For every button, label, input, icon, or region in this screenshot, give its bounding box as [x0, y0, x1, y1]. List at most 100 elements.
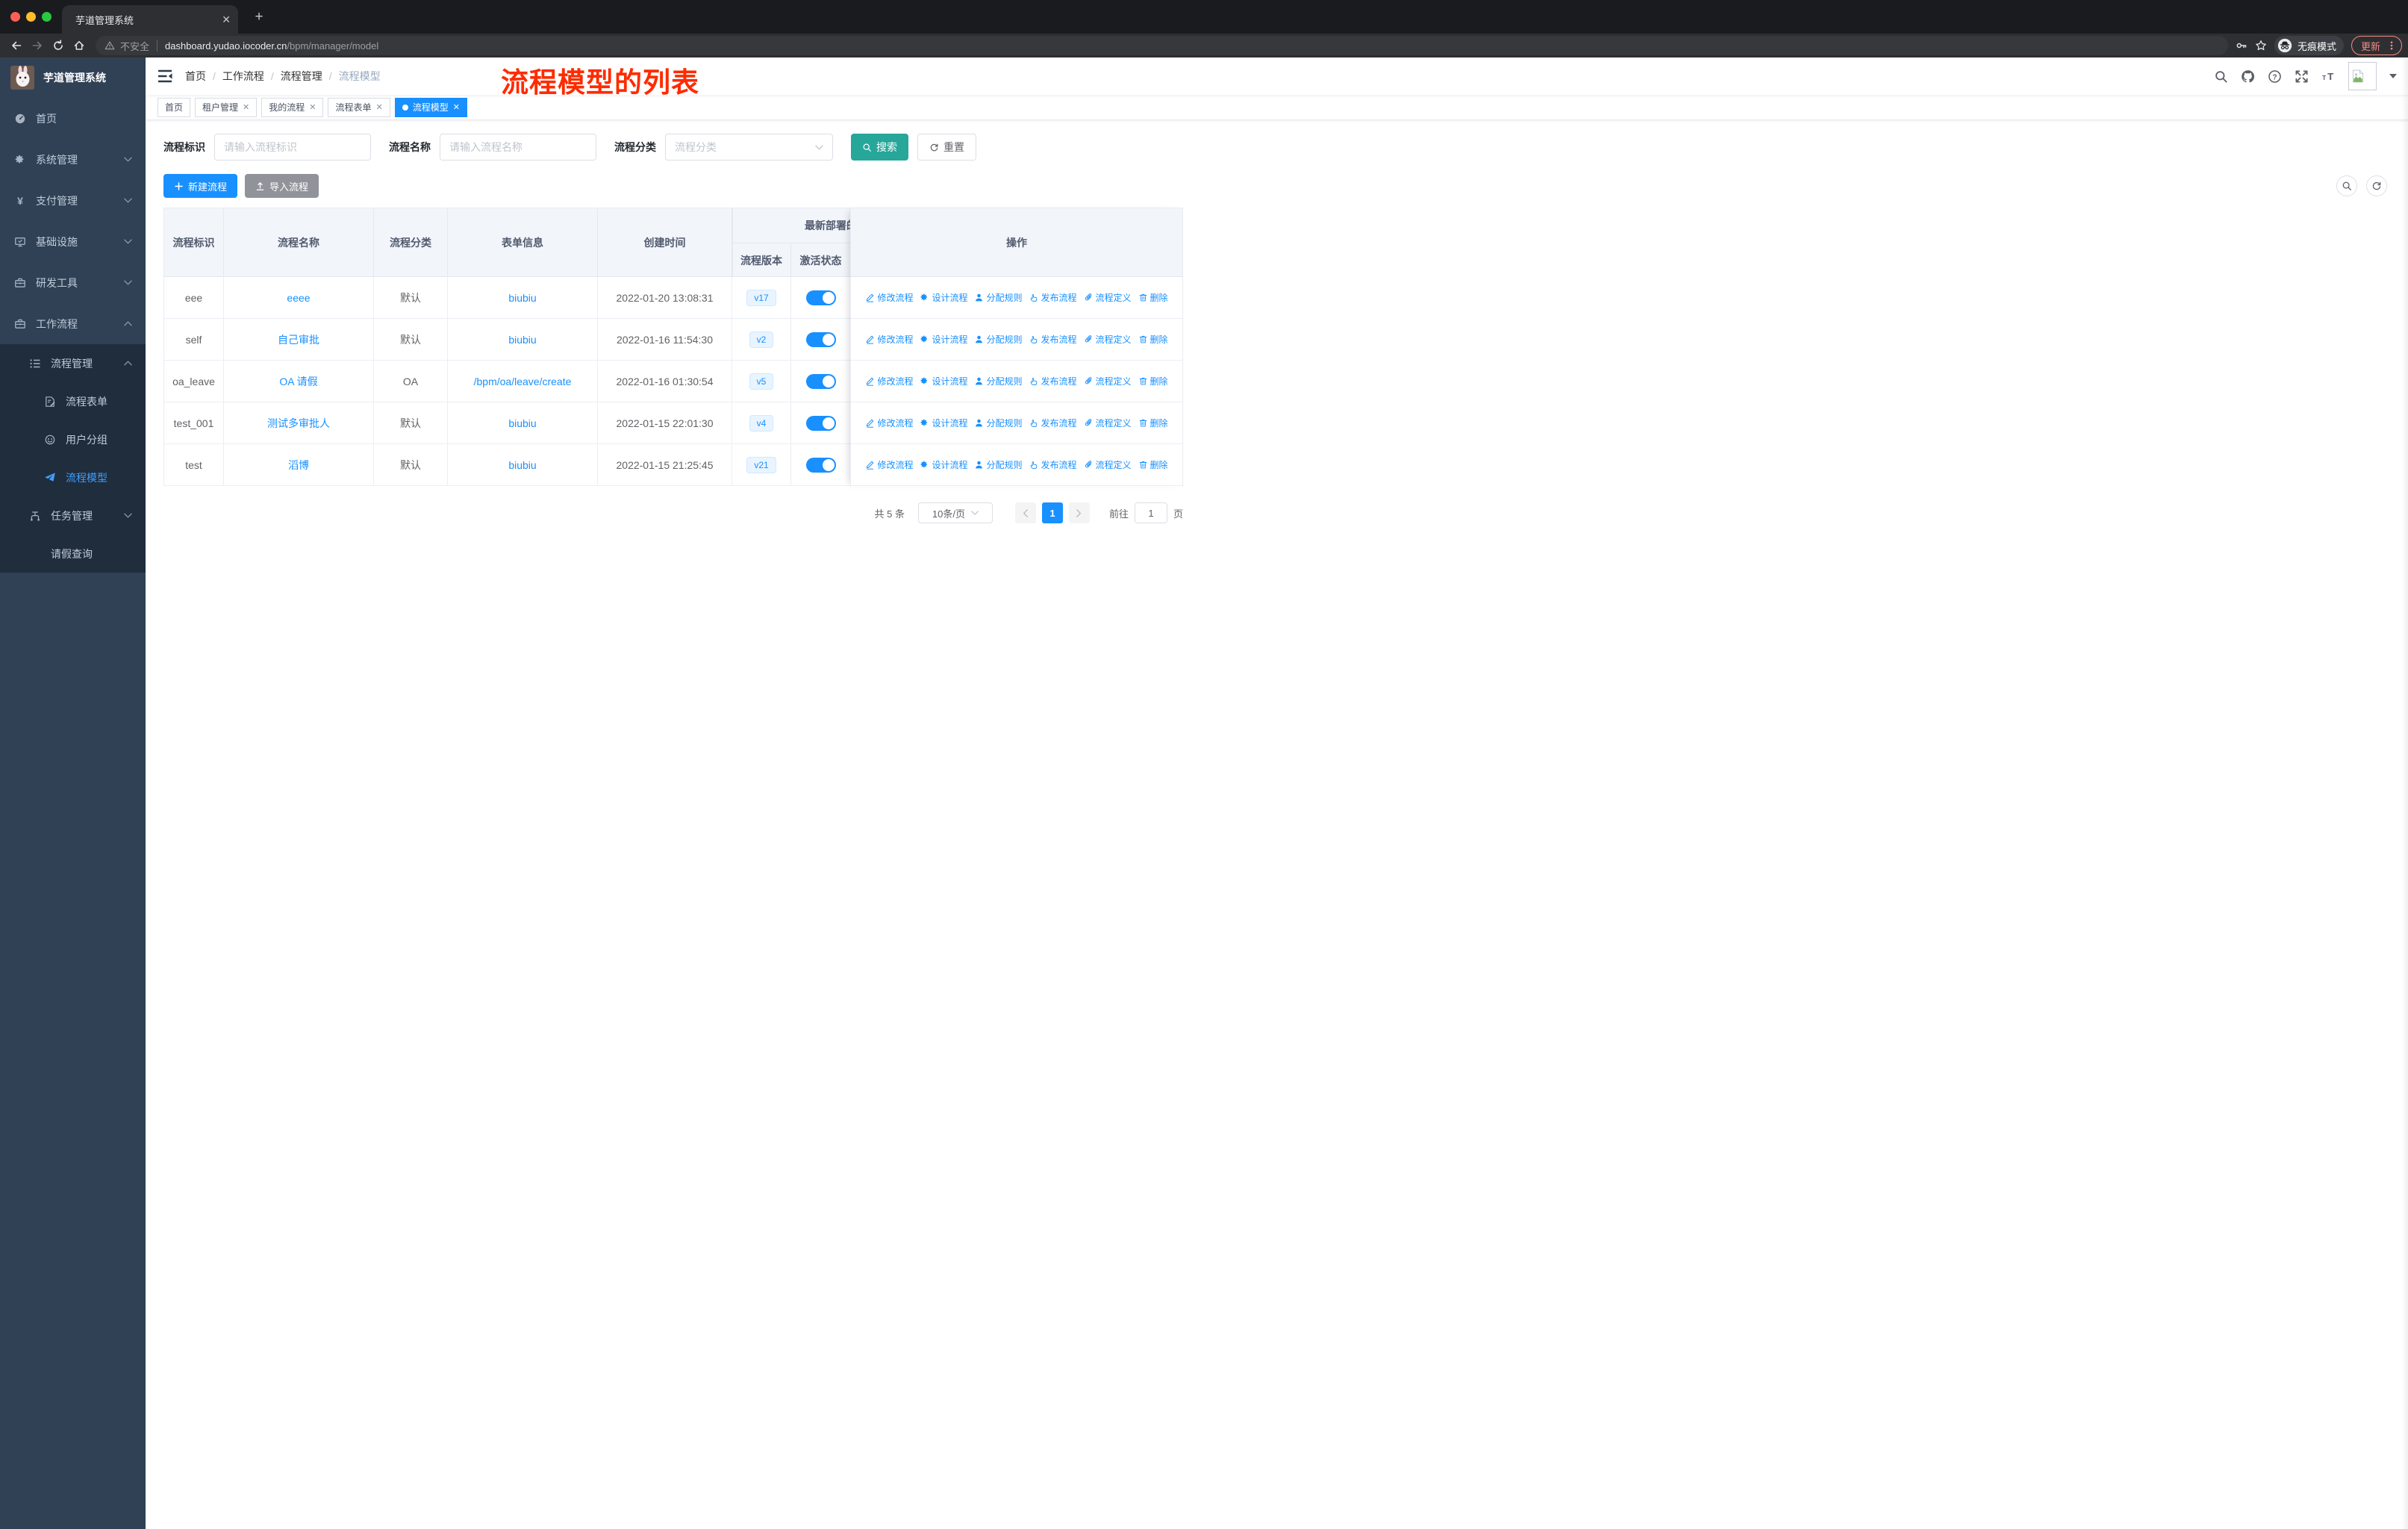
action-process-definition[interactable]: 流程定义: [1084, 458, 1132, 471]
forward-icon[interactable]: [27, 36, 48, 55]
new-tab-button[interactable]: +: [249, 7, 269, 27]
sidebar-item-process-management[interactable]: 流程管理: [0, 344, 146, 382]
action-delete[interactable]: 删除: [1138, 458, 1168, 471]
cell-process-name-text[interactable]: 测试多审批人: [267, 416, 330, 431]
action-publish-process[interactable]: 发布流程: [1029, 333, 1077, 346]
font-size-icon[interactable]: TT: [2321, 69, 2336, 84]
reset-button[interactable]: 重置: [917, 134, 976, 161]
cell-form-info-text[interactable]: biubiu: [508, 417, 536, 429]
tag-close-icon[interactable]: ✕: [376, 102, 383, 112]
avatar-caret-icon[interactable]: [2389, 74, 2397, 78]
sidebar-item-task-management[interactable]: 任务管理: [0, 496, 146, 535]
help-icon[interactable]: ?: [2268, 69, 2282, 84]
action-delete[interactable]: 删除: [1138, 291, 1168, 304]
import-process-button[interactable]: 导入流程: [245, 174, 319, 198]
active-toggle-on[interactable]: [805, 458, 836, 473]
tab-close-icon[interactable]: ✕: [222, 13, 231, 26]
cell-form-info-text[interactable]: biubiu: [508, 459, 536, 471]
address-bar[interactable]: 不安全 dashboard.yudao.iocoder.cn/bpm/manag…: [96, 36, 2228, 55]
cell-process-name-text[interactable]: 滔博: [288, 458, 309, 473]
action-design-process[interactable]: 设计流程: [920, 375, 967, 387]
tag-close-icon[interactable]: ✕: [309, 102, 316, 112]
cell-form-info-text[interactable]: biubiu: [508, 334, 536, 346]
cell-process-name[interactable]: OA 请假: [224, 361, 374, 402]
process-key-input[interactable]: [214, 134, 371, 161]
active-toggle-on[interactable]: [805, 332, 836, 347]
create-process-button[interactable]: 新建流程: [163, 174, 238, 198]
cell-process-name-text[interactable]: 自己审批: [278, 332, 319, 347]
avatar[interactable]: [2348, 62, 2377, 90]
action-design-process[interactable]: 设计流程: [920, 417, 967, 429]
page-size-select[interactable]: 10条/页: [917, 502, 993, 523]
browser-tab[interactable]: 芋道管理系统 ✕: [62, 5, 238, 34]
page-number-1[interactable]: 1: [1041, 502, 1063, 523]
action-process-definition[interactable]: 流程定义: [1084, 417, 1132, 429]
home-icon[interactable]: [69, 36, 90, 55]
sidebar-item-workflow[interactable]: 工作流程: [0, 303, 146, 344]
cell-form-info[interactable]: /bpm/oa/leave/create: [448, 361, 598, 402]
breadcrumb-item[interactable]: 流程管理: [281, 69, 322, 84]
github-icon[interactable]: [2241, 69, 2255, 84]
process-name-input[interactable]: [440, 134, 596, 161]
refresh-table-button[interactable]: [2366, 175, 2387, 196]
sidebar-item-payment-management[interactable]: ¥ 支付管理: [0, 180, 146, 221]
cell-process-name[interactable]: 滔博: [224, 444, 374, 486]
action-process-definition[interactable]: 流程定义: [1084, 375, 1132, 387]
tag-home[interactable]: 首页: [157, 97, 191, 117]
password-key-icon[interactable]: [2236, 40, 2248, 52]
sidebar-collapse-icon[interactable]: [157, 69, 173, 84]
action-publish-process[interactable]: 发布流程: [1029, 375, 1077, 387]
sidebar-item-process-form[interactable]: 流程表单: [0, 382, 146, 420]
tag-tenant-management[interactable]: 租户管理 ✕: [195, 97, 258, 117]
sidebar-item-user-group[interactable]: 用户分组: [0, 420, 146, 458]
tag-process-form[interactable]: 流程表单 ✕: [328, 97, 390, 117]
action-assign-rule[interactable]: 分配规则: [974, 333, 1023, 346]
browser-menu-icon[interactable]: [2386, 40, 2397, 51]
cell-process-name-text[interactable]: eeee: [287, 292, 310, 304]
action-process-definition[interactable]: 流程定义: [1084, 291, 1132, 304]
window-minimize-button[interactable]: [26, 12, 36, 22]
reload-icon[interactable]: [48, 36, 69, 55]
sidebar-item-dev-tools[interactable]: 研发工具: [0, 262, 146, 303]
update-button[interactable]: 更新: [2351, 36, 2402, 55]
active-toggle-on[interactable]: [805, 290, 836, 305]
action-process-definition[interactable]: 流程定义: [1084, 333, 1132, 346]
active-toggle-on[interactable]: [805, 374, 836, 389]
action-delete[interactable]: 删除: [1138, 417, 1168, 429]
action-design-process[interactable]: 设计流程: [920, 458, 967, 471]
sidebar-item-infrastructure[interactable]: 基础设施: [0, 221, 146, 262]
action-delete[interactable]: 删除: [1138, 333, 1168, 346]
tag-close-icon[interactable]: ✕: [453, 102, 460, 112]
search-button[interactable]: 搜索: [851, 134, 908, 161]
sidebar-item-leave-query[interactable]: 请假查询: [0, 535, 146, 573]
tag-my-process[interactable]: 我的流程 ✕: [261, 97, 324, 117]
prev-page-button[interactable]: [1014, 502, 1036, 523]
sidebar-item-system-management[interactable]: 系统管理: [0, 139, 146, 180]
action-design-process[interactable]: 设计流程: [920, 333, 967, 346]
breadcrumb-item[interactable]: 首页: [185, 69, 206, 84]
process-category-select[interactable]: 流程分类: [665, 134, 833, 161]
cell-form-info-text[interactable]: biubiu: [508, 292, 536, 304]
action-design-process[interactable]: 设计流程: [920, 291, 967, 304]
fullscreen-icon[interactable]: [2295, 69, 2309, 84]
cell-process-name[interactable]: 测试多审批人: [224, 402, 374, 444]
cell-process-name[interactable]: eeee: [224, 277, 374, 319]
back-icon[interactable]: [6, 36, 27, 55]
action-modify-process[interactable]: 修改流程: [865, 417, 913, 429]
action-modify-process[interactable]: 修改流程: [865, 291, 913, 304]
bookmark-star-icon[interactable]: [2255, 40, 2267, 52]
action-modify-process[interactable]: 修改流程: [865, 333, 913, 346]
action-modify-process[interactable]: 修改流程: [865, 458, 913, 471]
cell-process-name-text[interactable]: OA 请假: [279, 374, 317, 389]
cell-form-info-text[interactable]: /bpm/oa/leave/create: [474, 376, 572, 387]
not-secure-warning-icon[interactable]: [105, 40, 115, 51]
action-assign-rule[interactable]: 分配规则: [974, 375, 1023, 387]
action-publish-process[interactable]: 发布流程: [1029, 291, 1077, 304]
next-page-button[interactable]: [1068, 502, 1090, 523]
cell-form-info[interactable]: biubiu: [448, 402, 598, 444]
cell-form-info[interactable]: biubiu: [448, 277, 598, 319]
action-assign-rule[interactable]: 分配规则: [974, 417, 1023, 429]
cell-process-name[interactable]: 自己审批: [224, 319, 374, 361]
window-close-button[interactable]: [10, 12, 20, 22]
active-toggle-on[interactable]: [805, 416, 836, 431]
